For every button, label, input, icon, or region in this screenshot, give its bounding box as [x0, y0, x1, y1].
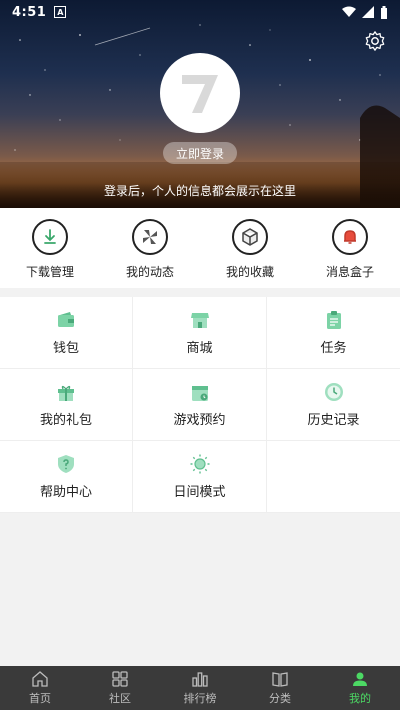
- profile-header: 4:51 A 立即登录 登录后，个人的信息都会展示在这里: [0, 0, 400, 208]
- store-icon: [190, 313, 209, 328]
- menu-label: 商城: [186, 341, 213, 356]
- wifi-icon: [342, 6, 356, 17]
- nav-label: 首页: [29, 692, 51, 705]
- wallet-icon: [58, 312, 74, 327]
- clipboard-icon: [326, 311, 341, 329]
- menu-label: 任务: [320, 341, 347, 356]
- quick-my-favorites[interactable]: 我的收藏: [200, 208, 300, 288]
- feature-menu-grid: 钱包 商城 任务 我的礼包 游戏预约 历史记录 帮助中心 日间模式: [0, 297, 400, 513]
- menu-wallet[interactable]: 钱包: [0, 297, 133, 369]
- help-shield-icon: [58, 455, 74, 473]
- pinwheel-icon: [132, 219, 168, 255]
- menu-game-reservation[interactable]: 游戏预约: [133, 369, 267, 441]
- notification-icon: A: [54, 6, 67, 18]
- nav-home[interactable]: 首页: [0, 666, 80, 710]
- menu-history[interactable]: 历史记录: [267, 369, 400, 441]
- box-icon: [232, 219, 268, 255]
- menu-label: 帮助中心: [39, 485, 92, 500]
- nav-mine[interactable]: 我的: [320, 666, 400, 710]
- menu-label: 游戏预约: [173, 413, 226, 428]
- quick-label: 我的动态: [125, 265, 174, 279]
- menu-empty-cell: [267, 441, 400, 513]
- book-icon: [272, 672, 288, 687]
- nav-label: 分类: [269, 692, 291, 705]
- quick-label: 下载管理: [25, 265, 74, 279]
- quick-my-activity[interactable]: 我的动态: [100, 208, 200, 288]
- nav-category[interactable]: 分类: [240, 666, 320, 710]
- app-logo-seven-icon: [182, 75, 218, 113]
- menu-help-center[interactable]: 帮助中心: [0, 441, 133, 513]
- bell-icon: [332, 219, 368, 255]
- menu-tasks[interactable]: 任务: [267, 297, 400, 369]
- grid-icon: [112, 671, 128, 687]
- menu-label: 历史记录: [307, 413, 360, 428]
- app-root: 4:51 A 立即登录 登录后，个人的信息都会展示在这里 下载管理 我的动态 我…: [0, 0, 400, 710]
- gift-icon: [58, 385, 74, 401]
- clock-icon: [324, 383, 343, 401]
- person-icon: [353, 672, 367, 686]
- quick-download-manager[interactable]: 下载管理: [0, 208, 100, 288]
- battery-icon: [381, 5, 387, 19]
- status-bar: 4:51 A: [0, 0, 400, 24]
- login-hint-text: 登录后，个人的信息都会展示在这里: [103, 184, 296, 198]
- status-time: 4:51: [12, 4, 47, 20]
- nav-ranking[interactable]: 排行榜: [160, 666, 240, 710]
- settings-gear-icon[interactable]: [364, 30, 386, 52]
- login-button[interactable]: 立即登录: [163, 142, 237, 164]
- quick-label: 消息盒子: [325, 265, 374, 279]
- nav-label: 社区: [109, 692, 131, 705]
- nav-community[interactable]: 社区: [80, 666, 160, 710]
- menu-day-mode[interactable]: 日间模式: [133, 441, 267, 513]
- quick-message-box[interactable]: 消息盒子: [300, 208, 400, 288]
- menu-label: 我的礼包: [39, 413, 92, 428]
- sun-icon: [190, 454, 209, 474]
- ranking-icon: [192, 672, 208, 687]
- calendar-icon: [191, 386, 208, 401]
- status-icons: [342, 5, 388, 19]
- quick-label: 我的收藏: [225, 265, 274, 279]
- nav-label: 排行榜: [183, 692, 217, 705]
- menu-label: 日间模式: [173, 485, 226, 500]
- home-icon: [32, 671, 48, 687]
- avatar[interactable]: [160, 53, 240, 133]
- nav-label: 我的: [349, 692, 371, 705]
- menu-store[interactable]: 商城: [133, 297, 267, 369]
- bottom-navigation: 首页 社区 排行榜 分类 我的: [0, 666, 400, 710]
- menu-label: 钱包: [52, 341, 79, 356]
- quick-actions-bar: 下载管理 我的动态 我的收藏 消息盒子: [0, 208, 400, 288]
- download-icon: [32, 219, 68, 255]
- menu-my-gifts[interactable]: 我的礼包: [0, 369, 133, 441]
- signal-icon: [362, 6, 374, 18]
